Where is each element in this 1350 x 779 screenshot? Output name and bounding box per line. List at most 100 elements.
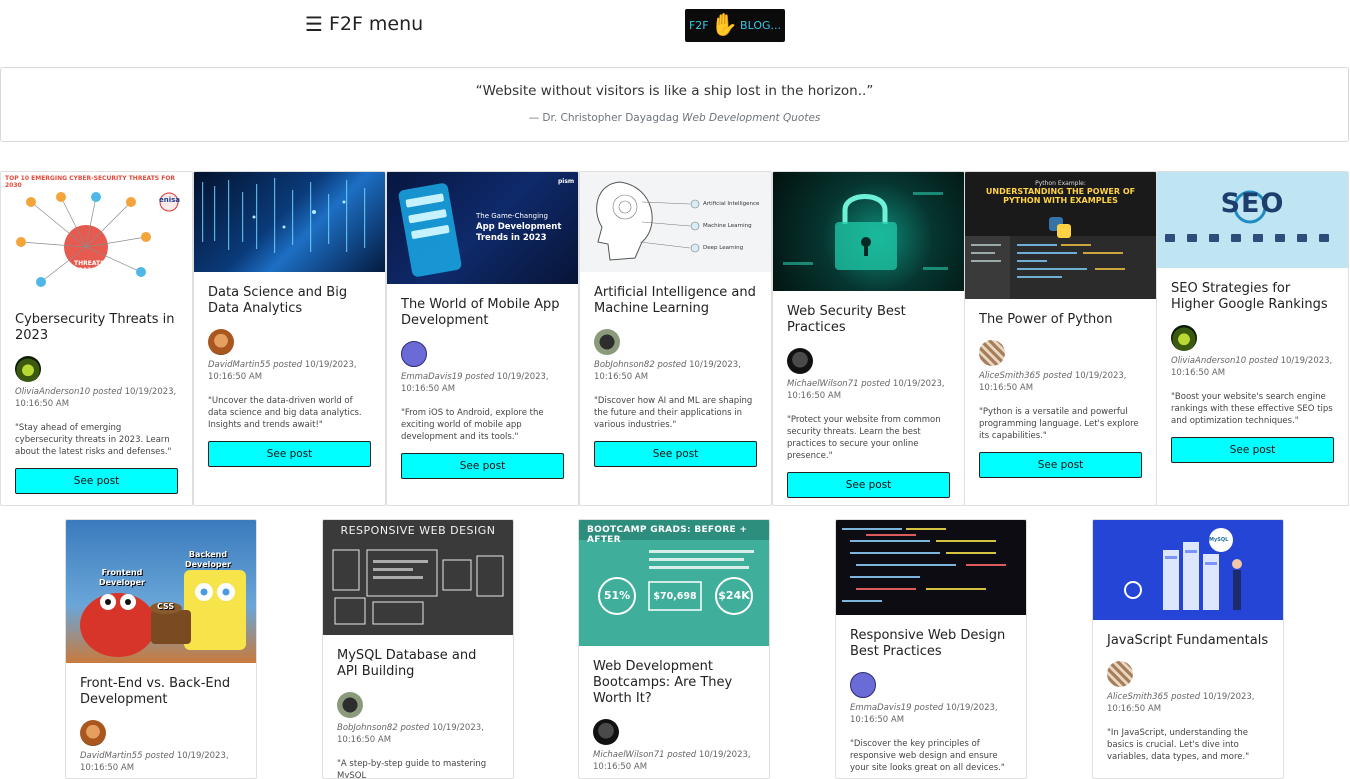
post-author[interactable]: AliceSmith365 [1107,692,1168,702]
image-label: Backend Developer [184,550,232,569]
menu-toggle[interactable]: ☰ F2F menu [305,12,423,36]
post-card: Artificial Intelligence Machine Learning… [579,171,772,506]
image-label: Artificial Intelligence [703,201,760,207]
post-title[interactable]: SEO Strategies for Higher Google Ranking… [1171,281,1334,313]
see-post-button[interactable]: See post [594,441,757,467]
post-excerpt: "In JavaScript, understanding the basics… [1107,728,1250,762]
post-title[interactable]: Web Security Best Practices [787,304,950,336]
quote-box: “Website without visitors is like a ship… [0,67,1349,142]
post-title[interactable]: Web Development Bootcamps: Are They Wort… [593,659,755,707]
post-title[interactable]: The World of Mobile App Development [401,297,564,329]
post-image[interactable]: TOP 10 EMERGING CYBER-SECURITY THREATS F… [1,172,192,300]
post-title[interactable]: Responsive Web Design Best Practices [850,628,1012,660]
image-caption: App Development Trends in 2023 [476,222,562,243]
post-author[interactable]: BobJohnson82 [337,723,398,733]
quote-author-name: — Dr. Christopher Dayagdag [528,112,679,124]
post-excerpt: "Python is a versatile and powerful prog… [979,407,1139,441]
post-author[interactable]: AliceSmith365 [979,371,1040,381]
image-caption: RESPONSIVE WEB DESIGN [340,524,496,537]
post-image[interactable]: SEO [1157,172,1348,268]
image-caption: MySQL [1209,537,1229,543]
post-title[interactable]: Artificial Intelligence and Machine Lear… [594,285,757,317]
post-meta: AliceSmith365 posted 10/19/2023, 10:16:5… [1107,691,1269,715]
post-meta: EmmaDavis19 posted 10/19/2023, 10:16:50 … [401,371,564,395]
post-author[interactable]: EmmaDavis19 [850,703,912,713]
post-author[interactable]: BobJohnson82 [594,360,655,370]
post-excerpt: "Discover the key principles of responsi… [850,739,1005,773]
hand-icon: ✋ [710,12,739,38]
post-title[interactable]: Data Science and Big Data Analytics [208,285,371,317]
post-author[interactable]: MichaelWilson71 [787,379,859,389]
post-author[interactable]: OliviaAnderson10 [1171,356,1246,366]
post-author[interactable]: OliviaAnderson10 [15,387,90,397]
image-label: Machine Learning [703,223,752,229]
post-title[interactable]: Cybersecurity Threats in 2023 [15,312,178,344]
post-author[interactable]: DavidMartin55 [80,751,142,761]
post-author[interactable]: DavidMartin55 [208,360,270,370]
see-post-button[interactable]: See post [401,453,564,479]
quote-author: — Dr. Christopher Dayagdag Web Developme… [1,112,1348,124]
image-caption: enisa [159,196,181,204]
post-image[interactable]: RESPONSIVE WEB DESIGN [323,520,513,635]
avatar [80,720,106,746]
image-caption: BOOTCAMP GRADS: BEFORE + AFTER [587,525,748,545]
posted-label: posted [914,703,944,713]
top-navbar: ☰ F2F menu F2F ✋ BLOG... [0,0,1350,60]
post-title[interactable]: The Power of Python [979,312,1142,328]
post-image[interactable]: MySQL [1093,520,1283,620]
posted-label: posted [465,372,495,382]
menu-label[interactable]: F2F menu [329,13,423,35]
post-title[interactable]: Front-End vs. Back-End Development [80,676,242,708]
post-grid-row-2: Frontend Developer Backend Developer CSS… [0,519,1350,779]
post-image[interactable]: Artificial Intelligence Machine Learning… [580,172,771,272]
post-image[interactable]: The Game-Changing App Development Trends… [387,172,578,284]
avatar [1107,661,1133,687]
see-post-button[interactable]: See post [979,452,1142,478]
logo-text-right: BLOG... [740,19,782,32]
post-meta: AliceSmith365 posted 10/19/2023, 10:16:5… [979,370,1142,394]
image-caption: Python Example: [1035,180,1086,187]
image-label: CSS [157,602,175,611]
image-caption: The Game-Changing [476,212,548,220]
posted-label: posted [400,723,430,733]
posted-label: posted [1171,692,1201,702]
post-card: BOOTCAMP GRADS: BEFORE + AFTER 51% $70,6… [578,519,770,779]
post-meta: BobJohnson82 posted 10/19/2023, 10:16:50… [337,722,499,746]
image-label: Frontend Developer [98,568,146,587]
site-logo[interactable]: F2F ✋ BLOG... [685,9,785,42]
post-meta: DavidMartin55 posted 10/19/2023, 10:16:5… [208,359,371,383]
post-author[interactable]: MichaelWilson71 [593,750,665,760]
post-image[interactable] [773,172,964,291]
image-label: Deep Learning [703,245,744,251]
avatar [208,329,234,355]
image-caption: pism [558,178,575,185]
post-title[interactable]: JavaScript Fundamentals [1107,633,1269,649]
post-meta: BobJohnson82 posted 10/19/2023, 10:16:50… [594,359,757,383]
post-title[interactable]: MySQL Database and API Building [337,648,499,680]
posted-label: posted [667,750,697,760]
image-label: 51% [603,589,631,602]
post-image[interactable]: Python Example: UNDERSTANDING THE POWER … [965,172,1156,299]
see-post-button[interactable]: See post [787,472,950,498]
see-post-button[interactable]: See post [208,441,371,467]
post-author[interactable]: EmmaDavis19 [401,372,463,382]
image-label: $24K [718,589,750,602]
avatar [593,719,619,745]
post-card: MySQL JavaScript Fundamentals AliceSmith… [1092,519,1284,779]
hamburger-icon[interactable]: ☰ [305,12,323,36]
posted-label: posted [145,751,175,761]
see-post-button[interactable]: See post [15,468,178,494]
posted-label: posted [657,360,687,370]
image-caption: UNDERSTANDING THE POWER OF PYTHON WITH E… [985,187,1136,205]
avatar [1171,325,1197,351]
post-image[interactable]: Frontend Developer Backend Developer CSS [66,520,256,663]
post-excerpt: "Protect your website from common securi… [787,415,941,461]
post-meta: DavidMartin55 posted 10/19/2023, 10:16:5… [80,750,242,774]
post-image[interactable] [194,172,385,272]
post-card: TOP 10 EMERGING CYBER-SECURITY THREATS F… [0,171,193,506]
image-label: $70,698 [653,591,697,602]
see-post-button[interactable]: See post [1171,437,1334,463]
post-image[interactable]: BOOTCAMP GRADS: BEFORE + AFTER 51% $70,6… [579,520,769,646]
post-image[interactable] [836,520,1026,615]
posted-label: posted [1248,356,1278,366]
